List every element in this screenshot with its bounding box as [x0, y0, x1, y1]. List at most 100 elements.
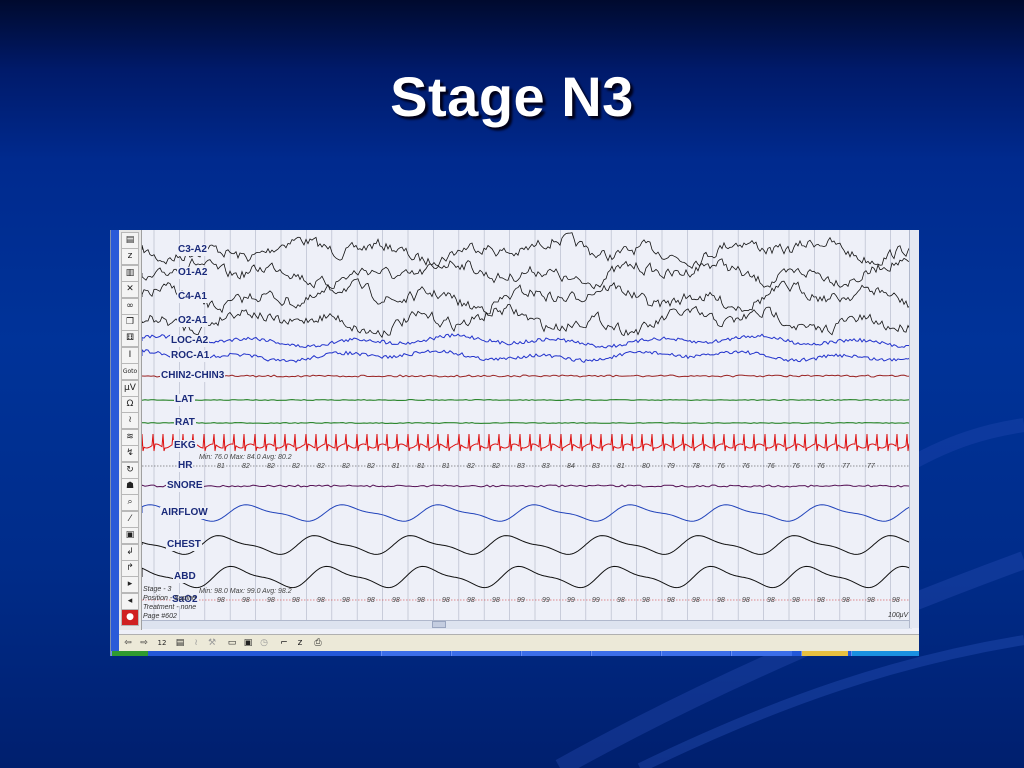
- info-stage: Stage - 3: [143, 586, 172, 593]
- trace-abd: [142, 565, 910, 589]
- document-icon[interactable]: ▤: [173, 637, 187, 649]
- hr-value: 76: [742, 463, 750, 470]
- tools-icon[interactable]: ⚒: [205, 637, 219, 649]
- hr-value: 76: [717, 463, 725, 470]
- hr-value: 81: [417, 463, 425, 470]
- channel-label[interactable]: AIRFLOW: [160, 507, 209, 519]
- taskbar-button[interactable]: [381, 651, 450, 656]
- corner-icon[interactable]: ⌐: [277, 637, 291, 649]
- goto-icon[interactable]: Goto: [121, 363, 139, 381]
- page-count: 12: [157, 639, 167, 647]
- start-button[interactable]: [111, 651, 148, 656]
- hr-value: 82: [317, 463, 325, 470]
- hr-value: 82: [242, 463, 250, 470]
- channel-label[interactable]: LAT: [174, 394, 195, 406]
- omega-icon[interactable]: Ω: [121, 396, 139, 413]
- taskbar-button[interactable]: [731, 651, 792, 656]
- microvolt-icon[interactable]: μV: [121, 379, 139, 397]
- forward-arrow-icon[interactable]: ⇨: [137, 637, 151, 649]
- vertical-scrollbar[interactable]: [909, 230, 919, 628]
- hr-value: 81: [617, 463, 625, 470]
- pen-icon[interactable]: ⁄: [121, 510, 139, 528]
- wave-icon[interactable]: ≀: [121, 412, 139, 430]
- vertical-toolbar: ▤ z ▥ ✕ ∞ ❐ ⚅ I Goto μV Ω ≀ ≋ ↯ ↻ ☗ ⌕ ⁄ ▣ ↲ ↱ ▸ ◂ ●: [119, 230, 142, 630]
- arrow-left-icon[interactable]: ◂: [121, 592, 139, 610]
- channel-label[interactable]: ROC-A1: [170, 350, 211, 362]
- channel-label[interactable]: CHEST: [166, 539, 202, 551]
- print-icon[interactable]: ⎙: [311, 637, 325, 649]
- trace-o1-a2: [142, 257, 910, 290]
- sao2-value: 98: [292, 597, 300, 604]
- hr-value: 81: [392, 463, 400, 470]
- channel-label[interactable]: HR: [177, 460, 194, 472]
- people-icon[interactable]: ☗: [121, 478, 139, 495]
- sao2-value: 98: [667, 597, 675, 604]
- channel-label[interactable]: O2-A1: [177, 315, 209, 327]
- channel-label[interactable]: LOC-A2: [170, 335, 210, 347]
- document-icon[interactable]: ▤: [121, 232, 139, 249]
- filter-icon[interactable]: ↯: [121, 445, 139, 463]
- clock-icon[interactable]: ◷: [257, 637, 271, 649]
- sao2-value: 98: [617, 597, 625, 604]
- back-arrow-icon[interactable]: ⇦: [121, 637, 135, 649]
- hr-value: 78: [692, 463, 700, 470]
- channel-label[interactable]: SNORE: [166, 480, 204, 492]
- sao2-value: 98: [717, 597, 725, 604]
- hr-value: 76: [792, 463, 800, 470]
- bottom-toolbar: ⇦ ⇨ 12 ▤ ≀ ⚒ ▭ ▣ ◷ ⌐ z ⎙: [119, 634, 919, 651]
- sao2-value: 98: [642, 597, 650, 604]
- horizontal-scrollbar[interactable]: [142, 620, 912, 629]
- windows-taskbar: [111, 651, 919, 656]
- sao2-value: 98: [492, 597, 500, 604]
- channel-label[interactable]: O1-A2: [177, 267, 209, 279]
- hr-value: 77: [867, 463, 875, 470]
- z-icon[interactable]: z: [121, 248, 139, 266]
- sao2-value: 99: [592, 597, 600, 604]
- arrow-right-icon[interactable]: ▸: [121, 576, 139, 594]
- dice-icon[interactable]: ⚅: [121, 330, 139, 348]
- channel-label[interactable]: RAT: [174, 417, 196, 429]
- sao2-value: 99: [517, 597, 525, 604]
- sao2-value: 98: [217, 597, 225, 604]
- channel-label[interactable]: C4-A1: [177, 291, 208, 303]
- glasses-icon[interactable]: ∞: [121, 297, 139, 315]
- double-wave-icon[interactable]: ≋: [121, 428, 139, 446]
- camera-icon[interactable]: ▣: [121, 527, 139, 545]
- save-icon[interactable]: ▣: [241, 637, 255, 649]
- refresh-icon[interactable]: ↻: [121, 461, 139, 479]
- arrow-out-icon[interactable]: ↱: [121, 560, 139, 577]
- z-icon[interactable]: z: [293, 637, 307, 649]
- cursor-icon[interactable]: I: [121, 346, 139, 364]
- taskbar-button[interactable]: [661, 651, 730, 656]
- sao2-value: 98: [792, 597, 800, 604]
- hr-stats: Min: 76.0 Max: 84.0 Avg: 80.2: [199, 454, 292, 461]
- channel-label[interactable]: ABD: [173, 571, 197, 583]
- scroll-thumb[interactable]: [432, 621, 446, 628]
- zoom-icon[interactable]: ⌕: [121, 494, 139, 512]
- trace-area[interactable]: C3-A2 O1-A2 C4-A1 O2-A1 LOC-A2 ROC-A1 CHIN2-CH…: [142, 230, 910, 628]
- sao2-value: 98: [417, 597, 425, 604]
- sao2-value: 99: [542, 597, 550, 604]
- ruler-icon[interactable]: ▥: [121, 264, 139, 282]
- sao2-value: 98: [742, 597, 750, 604]
- arrow-in-icon[interactable]: ↲: [121, 543, 139, 561]
- trace-loc-a2: [142, 333, 910, 349]
- sao2-value: 98: [867, 597, 875, 604]
- taskbar-notification[interactable]: [801, 651, 848, 656]
- taskbar-button[interactable]: [521, 651, 590, 656]
- sao2-value: 98: [692, 597, 700, 604]
- taskbar-button[interactable]: [591, 651, 660, 656]
- record-icon[interactable]: ●: [121, 609, 139, 627]
- channel-label[interactable]: C3-A2: [177, 244, 208, 256]
- open-folder-icon[interactable]: ▭: [225, 637, 239, 649]
- hr-value: 84: [567, 463, 575, 470]
- sao2-value: 98: [267, 597, 275, 604]
- wave-icon[interactable]: ≀: [189, 637, 203, 649]
- channel-label[interactable]: EKG: [173, 440, 197, 452]
- page-icon[interactable]: ❐: [121, 314, 139, 331]
- trace-o2-a1: [142, 303, 910, 339]
- channel-label[interactable]: CHIN2-CHIN3: [160, 370, 226, 382]
- trace-c3-a2: [142, 232, 910, 270]
- close-x-icon[interactable]: ✕: [121, 281, 139, 299]
- taskbar-button[interactable]: [451, 651, 520, 656]
